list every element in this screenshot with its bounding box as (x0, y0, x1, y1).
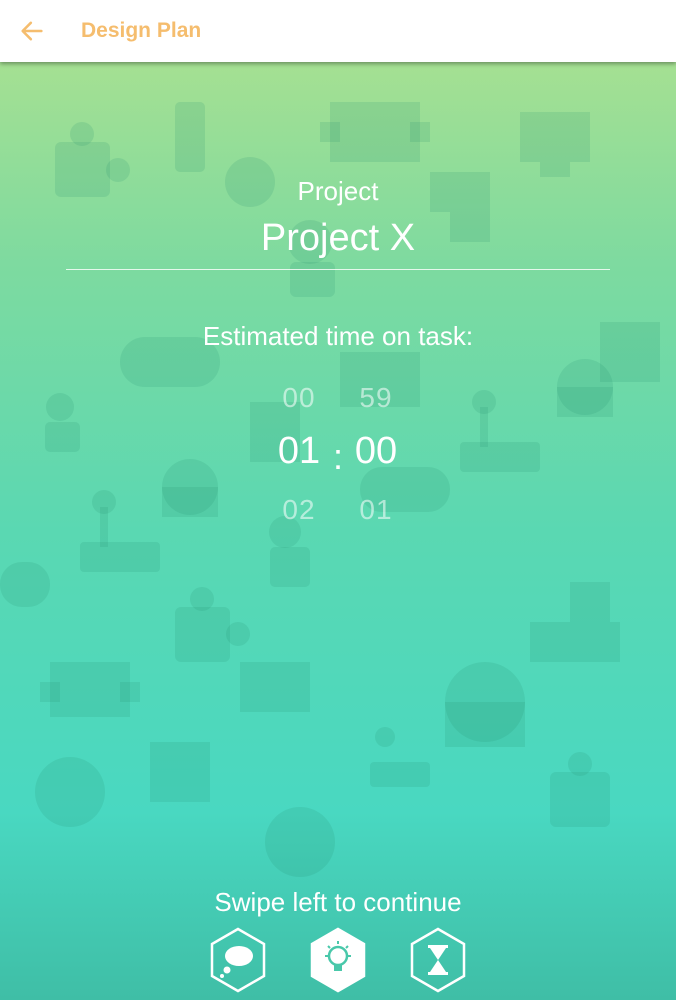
main-content: Project Estimated time on task: 00 01 02… (0, 62, 676, 1000)
minutes-prev-value[interactable]: 59 (341, 382, 411, 414)
project-label: Project (297, 176, 379, 206)
swipe-hint: Swipe left to continue (214, 887, 462, 917)
input-underline (66, 269, 610, 270)
hourglass-icon[interactable] (409, 927, 467, 993)
arrow-left-icon[interactable] (18, 17, 46, 45)
app-bar: Design Plan (0, 0, 676, 62)
lightbulb-icon[interactable] (309, 927, 367, 993)
project-name-input[interactable] (66, 217, 610, 260)
page-title: Design Plan (81, 19, 202, 42)
minutes-selected-value[interactable]: 00 (341, 430, 411, 473)
estimated-time-label: Estimated time on task: (202, 321, 474, 351)
hours-selected-value[interactable]: 01 (264, 430, 334, 473)
thought-bubble-icon[interactable] (209, 927, 267, 993)
hours-next-value[interactable]: 02 (264, 494, 334, 526)
minutes-next-value[interactable]: 01 (341, 494, 411, 526)
hours-prev-value[interactable]: 00 (264, 382, 334, 414)
